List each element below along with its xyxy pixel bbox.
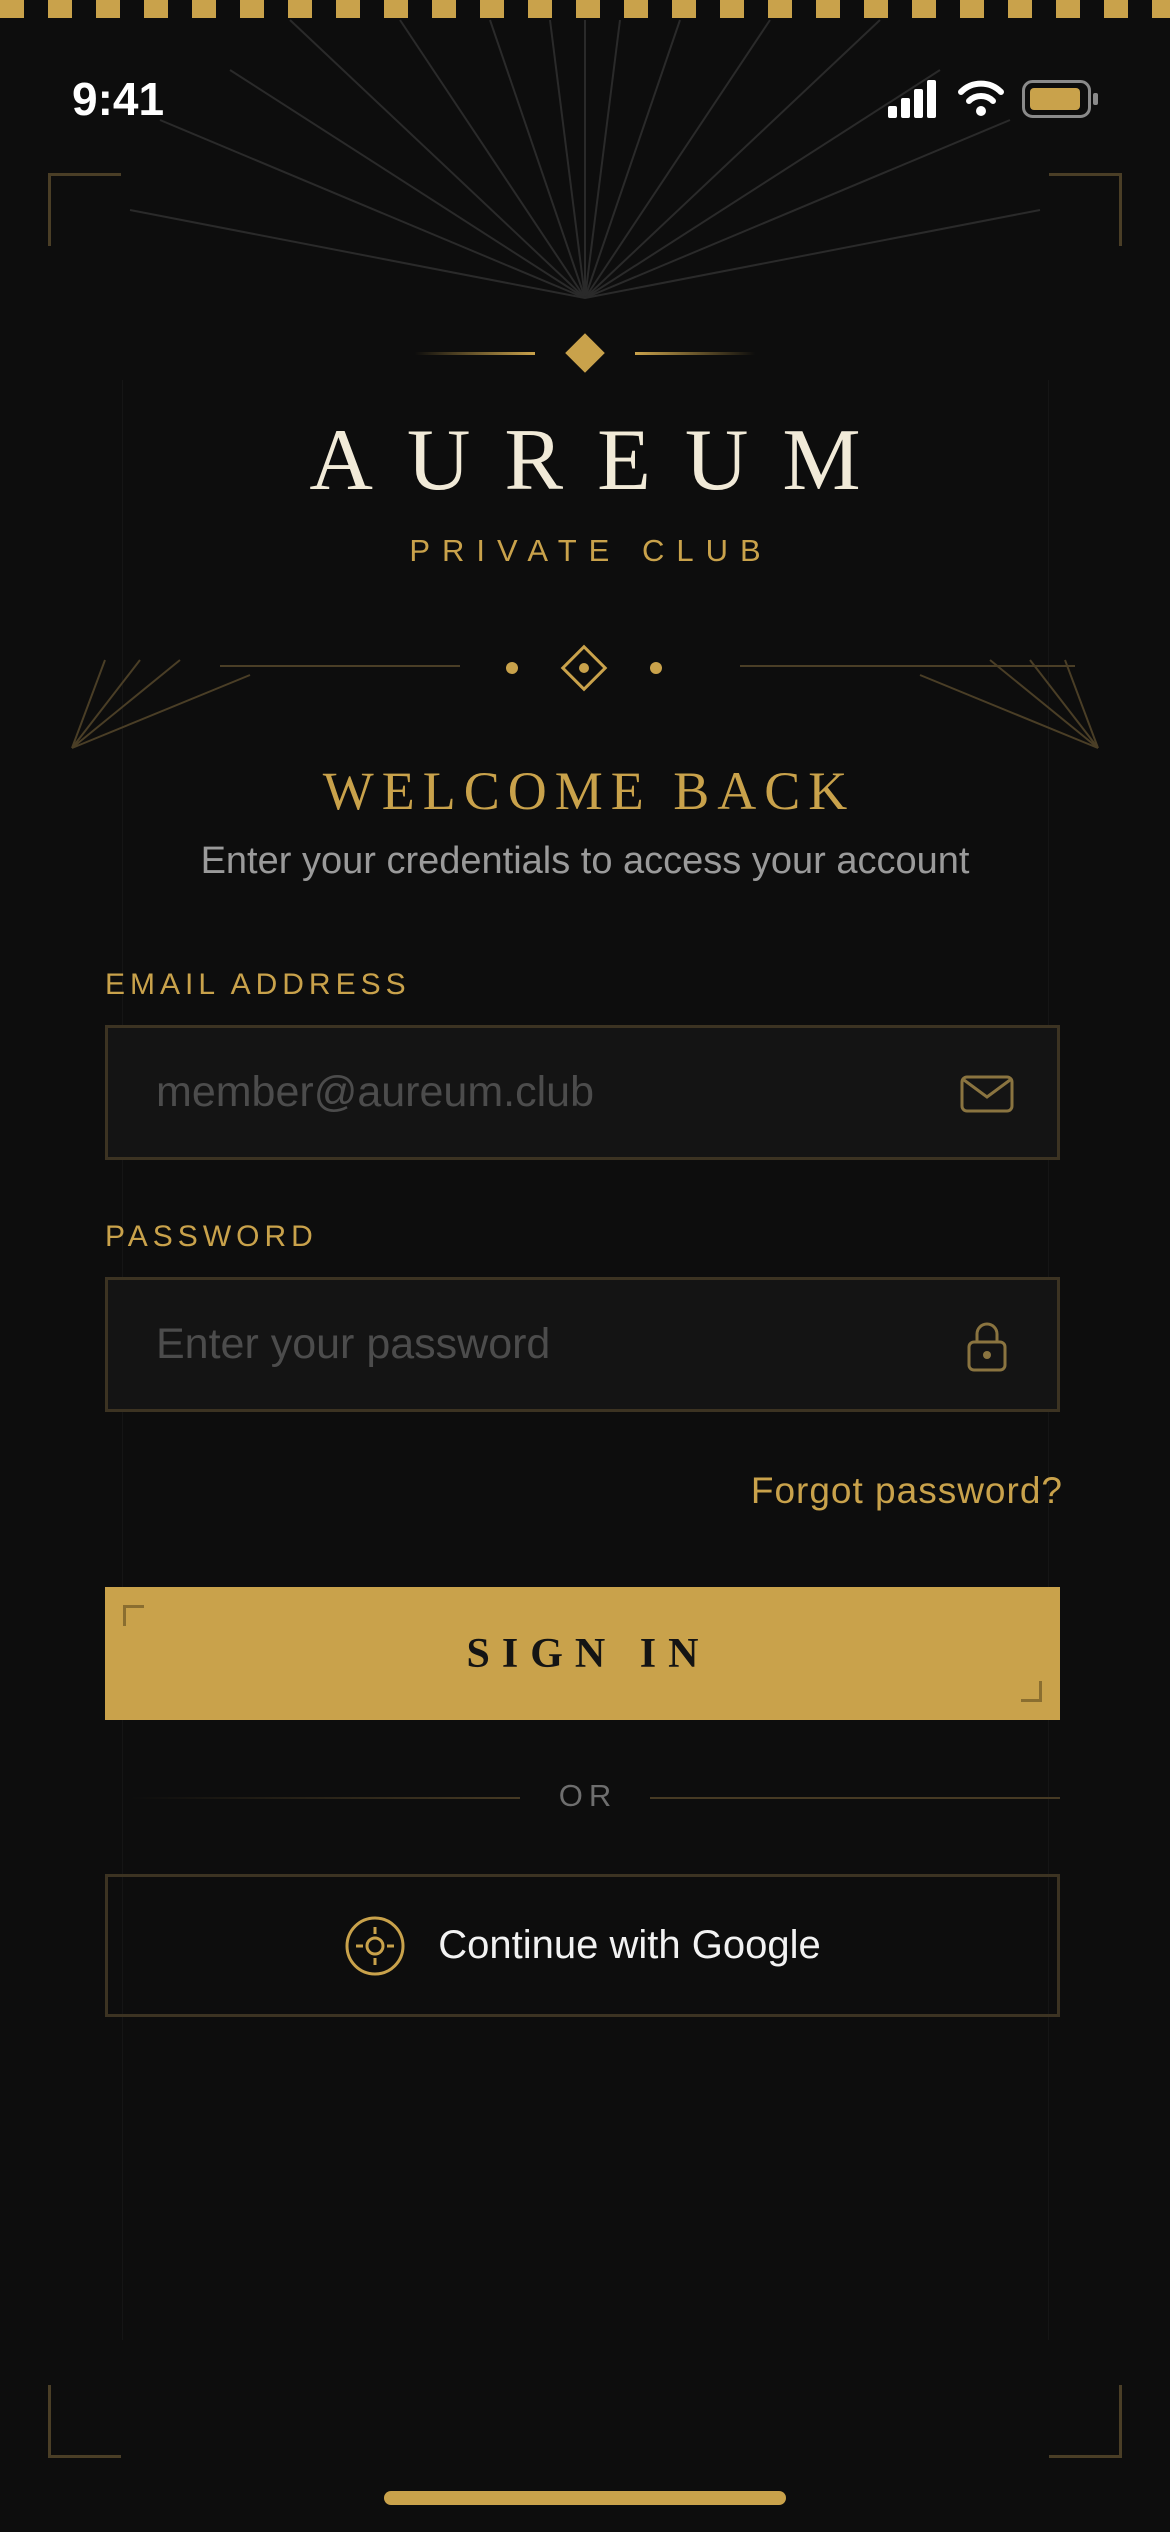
button-corner-mark <box>123 1605 144 1626</box>
divider-label: OR <box>558 1778 618 1813</box>
google-signin-label: Continue with Google <box>438 1923 821 1967</box>
frame-corner-bottom-left <box>48 2385 121 2458</box>
home-indicator[interactable] <box>384 2491 786 2505</box>
frame-corner-top-left <box>48 173 121 246</box>
mid-ornament-divider <box>71 644 1099 749</box>
password-field[interactable] <box>105 1277 1060 1412</box>
wifi-icon <box>958 80 1004 116</box>
page-subtitle: Enter your credentials to access your ac… <box>200 840 970 882</box>
frame-corner-top-right <box>1049 173 1122 246</box>
cellular-signal-icon <box>888 80 936 118</box>
sign-in-label: SIGN IN <box>466 1630 711 1677</box>
email-field[interactable] <box>105 1025 1060 1160</box>
button-corner-mark <box>1021 1681 1042 1702</box>
email-label: EMAIL ADDRESS <box>105 968 411 1001</box>
brand-tagline: PRIVATE CLUB <box>409 533 773 568</box>
email-input[interactable] <box>108 1028 1057 1157</box>
password-label: PASSWORD <box>105 1220 318 1253</box>
forgot-password-link[interactable]: Forgot password? <box>751 1470 1063 1512</box>
battery-icon <box>1022 80 1098 118</box>
google-crosshair-icon <box>345 1916 405 1975</box>
top-ornament-diamond-icon <box>415 333 755 373</box>
brand-name: AUREUM <box>309 412 895 509</box>
password-input[interactable] <box>108 1280 1057 1409</box>
sign-in-button[interactable]: SIGN IN <box>105 1587 1060 1720</box>
frame-corner-bottom-right <box>1049 2385 1122 2458</box>
envelope-icon <box>960 1075 1014 1113</box>
lock-icon <box>967 1322 1007 1372</box>
page-title: WELCOME BACK <box>322 761 856 821</box>
status-time: 9:41 <box>72 73 165 125</box>
sunburst-decoration <box>129 19 1041 299</box>
google-signin-button[interactable]: Continue with Google <box>105 1874 1060 2017</box>
